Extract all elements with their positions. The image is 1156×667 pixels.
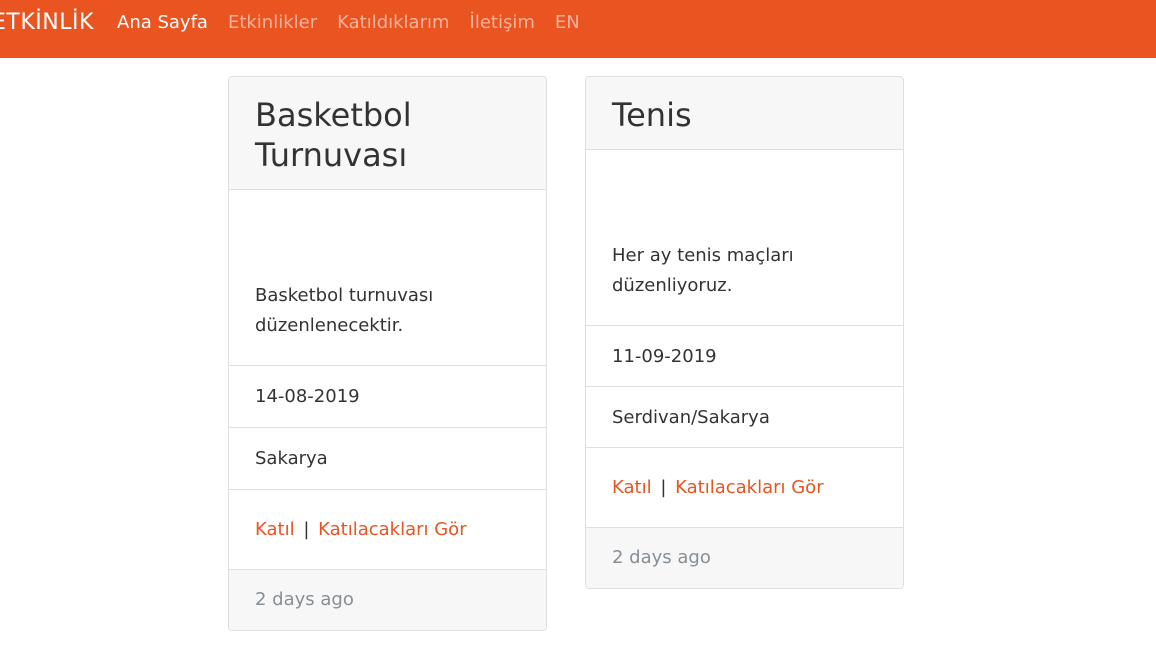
card-body: Her ay tenis maçları düzenliyoruz. [586,150,903,326]
posted-time: 2 days ago [586,528,903,588]
posted-time: 2 days ago [229,570,546,630]
link-separator: | [303,519,310,540]
event-actions: Katıl | Katılacakları Gör [586,448,903,528]
nav-item-home[interactable]: Ana Sayfa [117,0,208,46]
event-date: 14-08-2019 [229,366,546,428]
event-location: Sakarya [229,428,546,490]
event-actions: Katıl | Katılacakları Gör [229,490,546,570]
event-description: Her ay tenis maçları düzenliyoruz. [612,245,794,296]
card-header: Basketbol Turnuvası [229,77,546,190]
join-link[interactable]: Katıl [255,519,295,540]
link-separator: | [660,477,667,498]
brand-logo[interactable]: ETKİNLİK [0,0,94,46]
view-attendees-link[interactable]: Katılacakları Gör [318,519,466,540]
nav-menu: Ana Sayfa Etkinlikler Katıldıklarım İlet… [117,0,580,46]
event-date: 11-09-2019 [586,326,903,387]
event-description: Basketbol turnuvası düzenlenecektir. [255,285,434,336]
event-title: Basketbol Turnuvası [255,96,412,174]
nav-item-joined[interactable]: Katıldıklarım [337,0,449,46]
navbar: ETKİNLİK Ana Sayfa Etkinlikler Katıldıkl… [0,0,1156,58]
nav-item-contact[interactable]: İletişim [470,0,535,46]
card-body: Basketbol turnuvası düzenlenecektir. [229,190,546,366]
nav-item-events[interactable]: Etkinlikler [228,0,317,46]
card-header: Tenis [586,77,903,150]
view-attendees-link[interactable]: Katılacakları Gör [675,477,823,498]
event-card: Tenis Her ay tenis maçları düzenliyoruz.… [585,76,904,589]
join-link[interactable]: Katıl [612,477,652,498]
nav-item-language[interactable]: EN [555,0,580,46]
event-location: Serdivan/Sakarya [586,387,903,448]
event-card: Basketbol Turnuvası Basketbol turnuvası … [228,76,547,631]
event-title: Tenis [612,96,692,134]
